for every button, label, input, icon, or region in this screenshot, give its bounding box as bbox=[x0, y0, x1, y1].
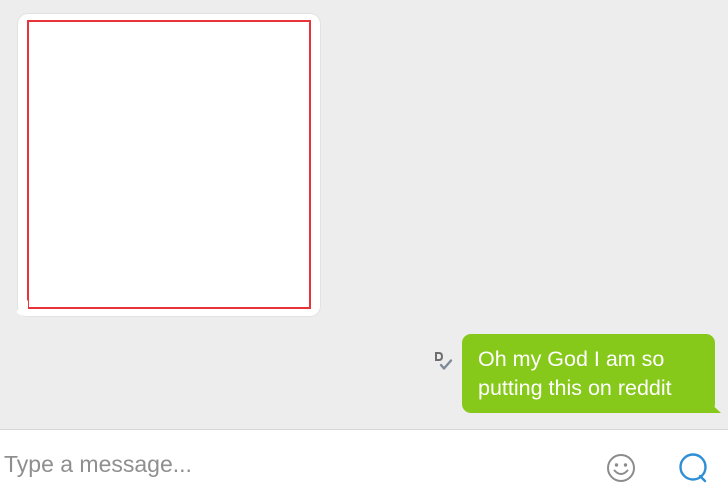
message-input[interactable] bbox=[4, 444, 584, 484]
outgoing-message-text: Oh my God I am so putting this on reddit bbox=[478, 347, 672, 400]
incoming-image-message[interactable] bbox=[18, 14, 320, 316]
read-receipt-icon bbox=[435, 352, 453, 370]
chat-area[interactable]: Oh my God I am so putting this on reddit bbox=[0, 0, 728, 429]
shared-image[interactable] bbox=[27, 20, 311, 309]
outgoing-message[interactable]: Oh my God I am so putting this on reddit bbox=[462, 334, 715, 413]
smiley-icon[interactable] bbox=[604, 451, 638, 485]
send-bubble-icon[interactable] bbox=[676, 451, 710, 485]
message-composer bbox=[0, 429, 728, 499]
